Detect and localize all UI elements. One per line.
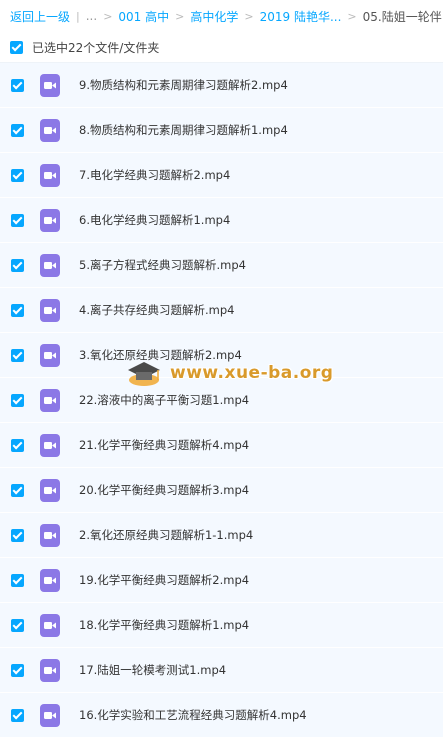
video-file-icon (40, 208, 60, 232)
breadcrumb: 返回上一级 | ... > 001 高中 > 高中化学 > 2019 陆艳华..… (0, 0, 443, 32)
video-file-icon (40, 433, 60, 457)
checkbox-checked-icon[interactable] (11, 303, 24, 317)
file-row[interactable]: 2.氧化还原经典习题解析1-1.mp4 (0, 513, 443, 558)
file-name: 20.化学平衡经典习题解析3.mp4 (79, 483, 250, 497)
checkbox-checked-icon[interactable] (11, 123, 24, 137)
video-file-icon (40, 73, 60, 97)
file-name: 18.化学平衡经典习题解析1.mp4 (79, 618, 250, 632)
video-file-icon (40, 388, 60, 412)
breadcrumb-separator: > (244, 9, 254, 23)
file-name: 7.电化学经典习题解析2.mp4 (79, 168, 231, 182)
video-file-icon (40, 298, 60, 322)
checkbox-checked-icon[interactable] (11, 168, 24, 182)
file-name: 16.化学实验和工艺流程经典习题解析4.mp4 (79, 708, 307, 722)
checkbox-checked-icon[interactable] (11, 618, 24, 632)
selection-bar: 已选中22个文件/文件夹 (0, 32, 443, 63)
video-file-icon (40, 163, 60, 187)
file-row[interactable]: 4.离子共存经典习题解析.mp4 (0, 288, 443, 333)
checkbox-checked-icon[interactable] (11, 78, 24, 92)
file-row[interactable]: 6.电化学经典习题解析1.mp4 (0, 198, 443, 243)
video-file-icon (40, 658, 60, 682)
file-row[interactable]: 21.化学平衡经典习题解析4.mp4 (0, 423, 443, 468)
checkbox-checked-icon[interactable] (11, 483, 24, 497)
file-name: 17.陆姐一轮模考测试1.mp4 (79, 663, 227, 677)
breadcrumb-item-current: 05.陆姐一轮伴... (362, 9, 443, 24)
breadcrumb-separator: > (175, 9, 185, 23)
file-name: 8.物质结构和元素周期律习题解析1.mp4 (79, 123, 288, 137)
video-file-icon (40, 613, 60, 637)
video-file-icon (40, 568, 60, 592)
file-name: 21.化学平衡经典习题解析4.mp4 (79, 438, 250, 452)
breadcrumb-separator: | (76, 9, 80, 23)
file-name: 6.电化学经典习题解析1.mp4 (79, 213, 231, 227)
checkbox-checked-icon[interactable] (11, 213, 24, 227)
breadcrumb-item-chemistry[interactable]: 高中化学 (190, 8, 238, 25)
breadcrumb-separator: > (103, 9, 113, 23)
video-file-icon (40, 253, 60, 277)
checkbox-checked-icon[interactable] (11, 663, 24, 677)
video-file-icon (40, 478, 60, 502)
file-row[interactable]: 22.溶液中的离子平衡习题1.mp4 (0, 378, 443, 423)
file-row[interactable]: 16.化学实验和工艺流程经典习题解析4.mp4 (0, 693, 443, 738)
file-list: 9.物质结构和元素周期律习题解析2.mp4 8.物质结构和元素周期律习题解析1.m… (0, 63, 443, 738)
checkbox-checked-icon[interactable] (11, 708, 24, 722)
file-name: 2.氧化还原经典习题解析1-1.mp4 (79, 528, 254, 542)
file-row[interactable]: 20.化学平衡经典习题解析3.mp4 (0, 468, 443, 513)
checkbox-checked-icon[interactable] (11, 573, 24, 587)
breadcrumb-item-2019[interactable]: 2019 陆艳华... (260, 8, 342, 25)
file-row[interactable]: 9.物质结构和元素周期律习题解析2.mp4 (0, 63, 443, 108)
checkbox-checked-icon[interactable] (11, 393, 24, 407)
file-row[interactable]: 19.化学平衡经典习题解析2.mp4 (0, 558, 443, 603)
file-row[interactable]: 18.化学平衡经典习题解析1.mp4 (0, 603, 443, 648)
breadcrumb-item-high-school[interactable]: 001 高中 (118, 8, 169, 25)
file-row[interactable]: 8.物质结构和元素周期律习题解析1.mp4 (0, 108, 443, 153)
video-file-icon (40, 118, 60, 142)
checkbox-checked-icon[interactable] (11, 438, 24, 452)
breadcrumb-separator: > (347, 9, 357, 23)
checkbox-checked-icon[interactable] (11, 258, 24, 272)
video-file-icon (40, 703, 60, 727)
file-name: 4.离子共存经典习题解析.mp4 (79, 303, 235, 317)
video-file-icon (40, 523, 60, 547)
file-row[interactable]: 5.离子方程式经典习题解析.mp4 (0, 243, 443, 288)
file-row[interactable]: 17.陆姐一轮模考测试1.mp4 (0, 648, 443, 693)
select-all-checkbox[interactable] (10, 40, 23, 54)
checkbox-checked-icon[interactable] (11, 528, 24, 542)
file-row[interactable]: 3.氧化还原经典习题解析2.mp4 (0, 333, 443, 378)
file-name: 22.溶液中的离子平衡习题1.mp4 (79, 393, 250, 407)
checkbox-checked-icon[interactable] (11, 348, 24, 362)
back-link[interactable]: 返回上一级 (10, 8, 70, 25)
selection-count-label: 已选中22个文件/文件夹 (32, 40, 160, 55)
video-file-icon (40, 343, 60, 367)
file-row[interactable]: 7.电化学经典习题解析2.mp4 (0, 153, 443, 198)
file-name: 19.化学平衡经典习题解析2.mp4 (79, 573, 250, 587)
file-name: 5.离子方程式经典习题解析.mp4 (79, 258, 246, 272)
breadcrumb-ellipsis[interactable]: ... (86, 9, 97, 23)
file-name: 3.氧化还原经典习题解析2.mp4 (79, 348, 242, 362)
file-name: 9.物质结构和元素周期律习题解析2.mp4 (79, 78, 288, 92)
